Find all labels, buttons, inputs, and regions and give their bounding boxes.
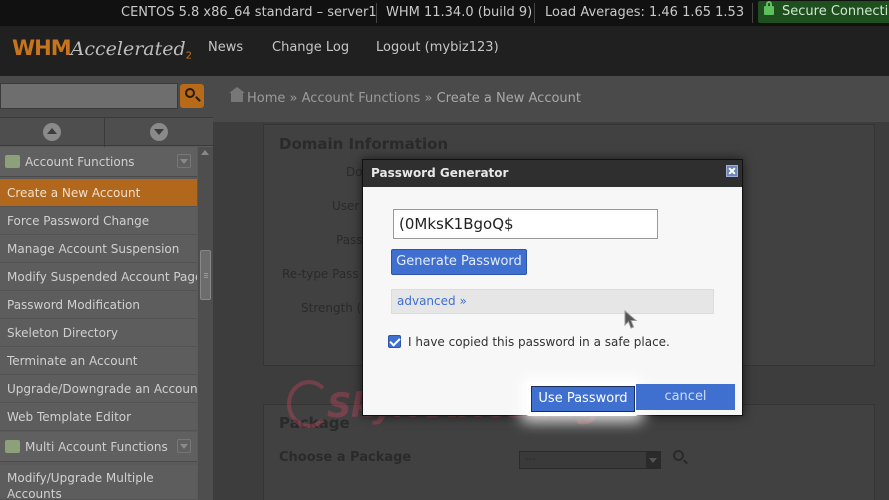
- status-separator: [534, 3, 535, 23]
- package-select-value: ---: [525, 454, 536, 465]
- sidebar-search-bar: [0, 76, 213, 117]
- breadcrumb-separator: »: [289, 91, 298, 106]
- section-label: Account Functions: [25, 155, 135, 169]
- section-multi-account-functions[interactable]: Multi Account Functions: [0, 432, 197, 462]
- nav-news[interactable]: News: [208, 40, 243, 55]
- sidebar-search-button[interactable]: [180, 84, 204, 108]
- sidebar-item-manage-suspension[interactable]: Manage Account Suspension: [0, 235, 197, 263]
- sidebar-item-skeleton-directory[interactable]: Skeleton Directory: [0, 319, 197, 347]
- dialog-body: Generate Password advanced » I have copi…: [363, 187, 742, 415]
- dialog-title: Password Generator: [371, 166, 509, 180]
- breadcrumb-separator: »: [424, 91, 433, 106]
- sidebar-item-modify-suspended-page[interactable]: Modify Suspended Account Page: [0, 263, 197, 291]
- whm-header: WHMAccelerated2 News Change Log Logout (…: [0, 26, 889, 76]
- lock-icon: [764, 1, 774, 15]
- domain-label: Do: [346, 165, 363, 179]
- secure-connection-badge: Secure Connection: [758, 1, 889, 23]
- strength-label: Strength (: [301, 301, 362, 315]
- chevron-down-icon[interactable]: [177, 154, 191, 168]
- scroll-up-icon[interactable]: [43, 123, 61, 141]
- password-label: Pass: [336, 233, 363, 247]
- panel-title: Package: [279, 414, 350, 432]
- close-icon[interactable]: [726, 165, 738, 177]
- arrow-divider: [104, 118, 105, 147]
- panel-title: Domain Information: [279, 135, 449, 153]
- generated-password-input[interactable]: [393, 209, 658, 239]
- sidebar-scrollbar[interactable]: [198, 147, 213, 500]
- sidebar-item-web-template-editor[interactable]: Web Template Editor: [0, 403, 197, 431]
- mouse-cursor-icon: [624, 310, 638, 329]
- retype-password-label: Re-type Pass: [282, 267, 359, 281]
- sidebar-search-input[interactable]: [0, 83, 178, 109]
- section-account-functions[interactable]: Account Functions: [0, 147, 197, 177]
- sidebar-item-terminate-account[interactable]: Terminate an Account: [0, 347, 197, 375]
- breadcrumb-account-functions[interactable]: Account Functions: [302, 91, 421, 106]
- server-os-info: CENTOS 5.8 x86_64 standard – server1: [121, 5, 377, 20]
- choose-package-label: Choose a Package: [279, 450, 412, 465]
- logo-whm: WHM: [12, 36, 72, 60]
- server-status-bar: CENTOS 5.8 x86_64 standard – server1 WHM…: [0, 0, 889, 26]
- sidebar-item-modify-upgrade-multiple[interactable]: Modify/Upgrade Multiple Accounts: [0, 465, 197, 500]
- nav-change-log[interactable]: Change Log: [272, 40, 349, 55]
- dialog-titlebar[interactable]: Password Generator: [363, 160, 742, 187]
- sidebar-item-password-modification[interactable]: Password Modification: [0, 291, 197, 319]
- multi-account-icon: [5, 440, 20, 453]
- scrollbar-up-arrow[interactable]: [201, 150, 209, 155]
- copied-password-label: I have copied this password in a safe pl…: [408, 335, 670, 349]
- logo-accelerated: Accelerated: [70, 38, 186, 60]
- sidebar-scroll-arrows: [0, 117, 213, 147]
- chevron-down-icon[interactable]: [177, 439, 191, 453]
- status-separator: [752, 3, 753, 23]
- scrollbar-thumb[interactable]: [200, 250, 211, 300]
- sidebar-item-force-password-change[interactable]: Force Password Change: [0, 207, 197, 235]
- breadcrumb: Home » Account Functions » Create a New …: [213, 76, 889, 122]
- section-label: Multi Account Functions: [25, 440, 168, 454]
- load-averages: Load Averages: 1.46 1.65 1.53: [545, 5, 745, 20]
- password-generator-dialog: Password Generator Generate Password adv…: [362, 159, 743, 416]
- sidebar-item-create-account[interactable]: Create a New Account: [0, 179, 197, 207]
- status-separator: [376, 3, 377, 23]
- chevron-down-icon[interactable]: [646, 452, 660, 468]
- whm-version: WHM 11.34.0 (build 9): [386, 5, 533, 20]
- scroll-down-icon[interactable]: [150, 123, 168, 141]
- username-label: User: [332, 199, 360, 213]
- use-password-button[interactable]: Use Password: [531, 386, 635, 412]
- logo-version: 2: [185, 50, 193, 62]
- grip-icon: [204, 273, 208, 274]
- secure-connection-label: Secure Connection: [782, 4, 889, 19]
- whm-logo[interactable]: WHMAccelerated2: [12, 36, 192, 68]
- home-icon: [229, 87, 245, 102]
- breadcrumb-home[interactable]: Home: [247, 91, 285, 106]
- search-icon: [185, 88, 195, 98]
- search-icon[interactable]: [673, 450, 684, 461]
- advanced-options-link[interactable]: advanced »: [391, 289, 714, 314]
- sidebar: Account Functions Create a New Account F…: [0, 76, 213, 500]
- breadcrumb-current: Create a New Account: [436, 91, 581, 106]
- cancel-button[interactable]: cancel: [636, 384, 735, 410]
- account-functions-icon: [5, 155, 20, 168]
- generate-password-button[interactable]: Generate Password: [391, 249, 527, 275]
- sidebar-item-upgrade-downgrade[interactable]: Upgrade/Downgrade an Account: [0, 375, 197, 403]
- package-select[interactable]: ---: [519, 451, 661, 469]
- copied-password-checkbox[interactable]: [388, 335, 401, 348]
- nav-logout[interactable]: Logout (mybiz123): [376, 40, 499, 55]
